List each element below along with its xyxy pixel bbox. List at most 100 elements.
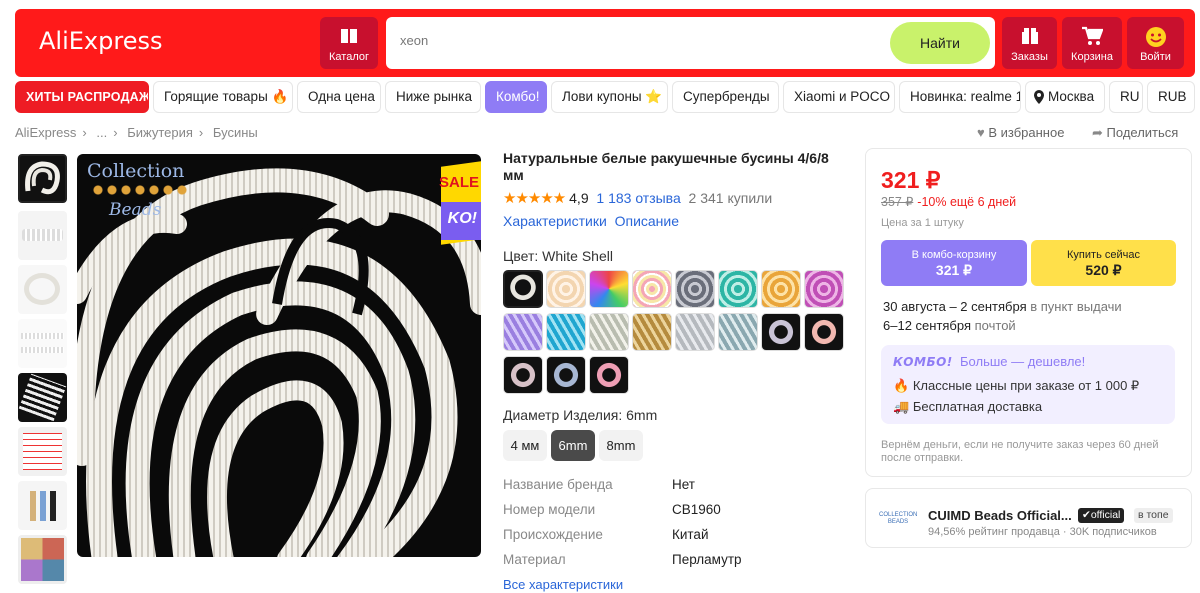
thumbnail[interactable]: [18, 154, 67, 203]
color-swatch[interactable]: [546, 270, 586, 308]
search-input[interactable]: [400, 33, 880, 48]
watermark-beads: Beads: [109, 200, 162, 220]
spec-value: Нет: [672, 477, 695, 492]
color-swatch[interactable]: [546, 356, 586, 394]
currency-selector[interactable]: RUB: [1147, 81, 1195, 113]
aliexpress-logo[interactable]: AliExpress: [39, 27, 162, 55]
color-swatch[interactable]: [804, 270, 844, 308]
share-label: Поделиться: [1106, 125, 1179, 140]
breadcrumb-item[interactable]: ...: [96, 125, 107, 140]
buy-box: 321 ₽ 357 ₽ -10% ещё 6 дней Цена за 1 шту…: [865, 148, 1192, 477]
catalog-icon: [341, 29, 357, 43]
main-product-image[interactable]: Collection Beads SALE KO!: [77, 154, 481, 557]
location-pin-icon: [1034, 90, 1044, 104]
nav-item-xiaomi[interactable]: Xiaomi и POCO: [783, 81, 895, 113]
watermark-dots: [91, 184, 191, 196]
combo-promo-box[interactable]: КОМБО! Больше — дешевле! 🔥 Классные цены…: [881, 345, 1175, 424]
product-tabs: Характеристики Описание: [503, 213, 679, 229]
color-swatch[interactable]: [546, 313, 586, 351]
catalog-button[interactable]: Каталог: [320, 17, 378, 69]
promo-navbar: ХИТЫ РАСПРОДАЖИ Горящие товары 🔥 Одна це…: [15, 81, 1195, 113]
spec-key: Материал: [503, 552, 566, 567]
breadcrumb-item[interactable]: Бусины: [213, 125, 258, 140]
color-swatch[interactable]: [718, 270, 758, 308]
all-specs-link[interactable]: Все характеристики: [503, 577, 623, 592]
thumbnail[interactable]: [18, 535, 67, 584]
delivery-method: почтой: [974, 318, 1016, 333]
nav-item-one-price[interactable]: Одна цена: [297, 81, 381, 113]
breadcrumb-item[interactable]: AliExpress: [15, 125, 76, 140]
color-swatch[interactable]: [761, 313, 801, 351]
nav-item-realme[interactable]: Новинка: realme 15: [899, 81, 1021, 113]
tab-description[interactable]: Описание: [615, 213, 679, 229]
color-swatch[interactable]: [675, 313, 715, 351]
cart-button[interactable]: Корзина: [1062, 17, 1122, 69]
spec-key: Название бренда: [503, 477, 613, 492]
smiley-icon: [1145, 27, 1166, 47]
combo-logo: КОМБО!: [893, 355, 953, 369]
color-swatch[interactable]: [632, 313, 672, 351]
truck-icon: 🚚: [893, 399, 910, 414]
search-button[interactable]: Найти: [890, 22, 990, 64]
share-icon: ➦: [1092, 125, 1103, 140]
city-selector[interactable]: Москва: [1025, 81, 1105, 113]
thumbnail[interactable]: [18, 481, 67, 530]
delivery-post: 6–12 сентября почтой: [883, 318, 1016, 333]
buy-now-button[interactable]: Купить сейчас 520 ₽: [1031, 240, 1176, 286]
unit-price-note: Цена за 1 штуку: [881, 217, 964, 229]
seller-card[interactable]: COLLECTION BEADS CUIMD Beads Official...…: [865, 488, 1192, 548]
delivery-date: 30 августа – 2 сентября: [883, 299, 1027, 314]
size-option-8mm[interactable]: 8mm: [599, 430, 643, 461]
thumbnail[interactable]: [18, 427, 67, 476]
nav-item-hot-deals[interactable]: Горящие товары 🔥: [153, 81, 293, 113]
orders-icon: [1021, 28, 1038, 44]
color-swatch[interactable]: [718, 313, 758, 351]
seller-name[interactable]: CUIMD Beads Official...: [928, 508, 1072, 523]
discount-label: -10% ещё 6 дней: [917, 195, 1017, 209]
top-badge: в топе: [1134, 508, 1173, 523]
nav-item-combo[interactable]: Комбо!: [485, 81, 547, 113]
color-swatch[interactable]: [589, 313, 629, 351]
nav-item-below-market[interactable]: Ниже рынка: [385, 81, 481, 113]
color-swatch[interactable]: [675, 270, 715, 308]
tab-characteristics[interactable]: Характеристики: [503, 213, 607, 229]
thumbnail[interactable]: [18, 319, 67, 368]
color-swatch[interactable]: [589, 356, 629, 394]
nav-item-sale-hits[interactable]: ХИТЫ РАСПРОДАЖИ: [15, 81, 149, 113]
size-option-6mm[interactable]: 6mm: [551, 430, 595, 461]
spec-value: Китай: [672, 527, 709, 542]
color-swatch[interactable]: [503, 356, 543, 394]
spec-value: CB1960: [672, 502, 721, 517]
add-to-favorites-button[interactable]: ♥ В избранное: [977, 125, 1064, 140]
color-label: Цвет: White Shell: [503, 248, 613, 264]
nav-item-coupons[interactable]: Лови купоны ⭐: [551, 81, 668, 113]
combo-button-label: В комбо-корзину: [911, 249, 997, 261]
fire-icon: 🔥: [893, 378, 910, 393]
color-swatch-white-shell[interactable]: [503, 270, 543, 308]
color-swatch[interactable]: [503, 313, 543, 351]
combo-tagline: Больше — дешевле!: [960, 354, 1086, 369]
add-to-combo-cart-button[interactable]: В комбо-корзину 321 ₽: [881, 240, 1027, 286]
color-swatch[interactable]: [589, 270, 629, 308]
product-title: Натуральные белые ракушечные бусины 4/6/…: [503, 150, 829, 183]
combo-benefit-text: Бесплатная доставка: [912, 399, 1043, 414]
spec-value: Перламутр: [672, 552, 742, 567]
spec-key: Происхождение: [503, 527, 603, 542]
size-option-4mm[interactable]: 4 мм: [503, 430, 547, 461]
language-selector[interactable]: RU: [1109, 81, 1143, 113]
reviews-link[interactable]: 1 183 отзыва: [596, 190, 680, 206]
color-swatch[interactable]: [804, 313, 844, 351]
breadcrumb-item[interactable]: Бижутерия: [127, 125, 193, 140]
city-label: Москва: [1048, 89, 1095, 104]
thumbnail[interactable]: [18, 211, 67, 260]
orders-button[interactable]: Заказы: [1002, 17, 1057, 69]
chevron-right-icon: ›: [82, 125, 87, 140]
thumbnail[interactable]: [18, 373, 67, 422]
nav-item-superbrands[interactable]: Супербренды: [672, 81, 779, 113]
share-button[interactable]: ➦ Поделиться: [1092, 125, 1178, 141]
thumbnail[interactable]: [18, 265, 67, 314]
color-swatch[interactable]: [632, 270, 672, 308]
star-rating-icon: ★★★★★: [503, 190, 566, 207]
color-swatch[interactable]: [761, 270, 801, 308]
login-button[interactable]: Войти: [1127, 17, 1184, 69]
